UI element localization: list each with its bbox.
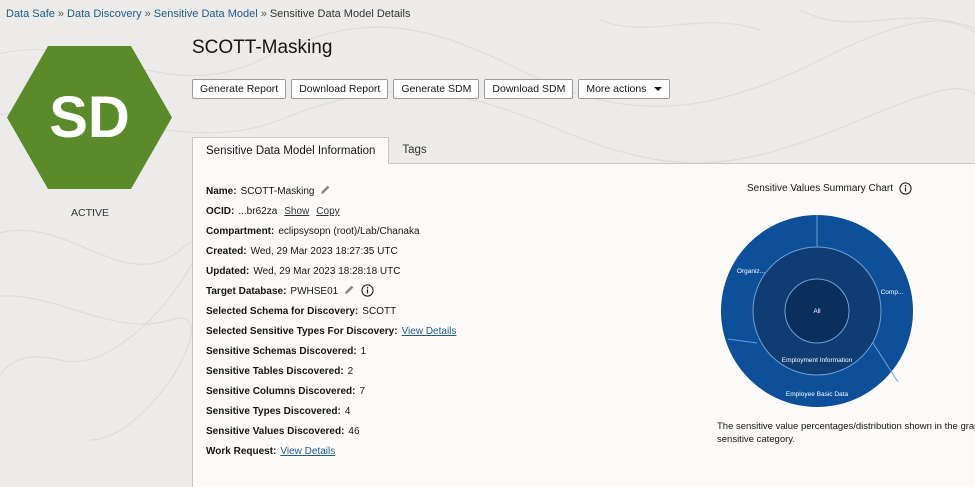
info-row-ocid: OCID: ...br62za Show Copy: [206, 204, 456, 224]
info-icon[interactable]: [361, 284, 374, 297]
inner-ring-label: Employment Information: [782, 357, 853, 364]
info-row-target-database: Target Database: PWHSE01: [206, 284, 456, 304]
badge-initials: SD: [49, 85, 130, 150]
selected-schema-value: SCOTT: [362, 306, 397, 317]
breadcrumb-current: Sensitive Data Model Details: [269, 8, 411, 20]
info-icon[interactable]: [899, 182, 912, 195]
info-row-updated: Updated: Wed, 29 Mar 2023 18:28:18 UTC: [206, 264, 456, 284]
breadcrumb-separator: »: [144, 8, 151, 20]
breadcrumb-link-sensitive-data-model[interactable]: Sensitive Data Model: [154, 8, 258, 20]
work-request-view-details-link[interactable]: View Details: [280, 444, 335, 459]
ocid-value: ...br62za: [238, 206, 278, 217]
outer-label-compensation: Comp...: [881, 289, 904, 296]
more-actions-button[interactable]: More actions: [578, 79, 671, 99]
columns-discovered-label: Sensitive Columns Discovered:: [206, 386, 356, 397]
resource-badge: SD: [7, 46, 172, 189]
pencil-icon[interactable]: [344, 284, 355, 295]
info-row-work-request: Work Request: View Details: [206, 444, 456, 464]
tab-bar: Sensitive Data Model Information Tags: [192, 137, 440, 164]
ocid-label: OCID:: [206, 206, 235, 217]
columns-discovered-value: 7: [359, 386, 366, 397]
info-row-selected-types: Selected Sensitive Types For Discovery: …: [206, 324, 456, 344]
info-row-created: Created: Wed, 29 Mar 2023 18:27:35 UTC: [206, 244, 456, 264]
values-discovered-label: Sensitive Values Discovered:: [206, 426, 345, 437]
created-label: Created:: [206, 246, 247, 257]
compartment-value: eclipsysopn (root)/Lab/Chanaka: [278, 226, 420, 237]
center-label: All: [813, 308, 821, 315]
download-report-button[interactable]: Download Report: [291, 79, 389, 99]
updated-label: Updated:: [206, 266, 250, 277]
breadcrumb-link-data-safe[interactable]: Data Safe: [6, 8, 55, 20]
types-discovered-label: Sensitive Types Discovered:: [206, 406, 341, 417]
sunburst-chart: All Employment Information Organiz... Co…: [721, 215, 913, 407]
tab-tags[interactable]: Tags: [389, 137, 439, 163]
work-request-label: Work Request:: [206, 446, 277, 457]
download-sdm-button[interactable]: Download SDM: [484, 79, 574, 99]
info-row-schemas-discovered: Sensitive Schemas Discovered: 1: [206, 344, 456, 364]
caret-down-icon: [654, 87, 663, 92]
target-database-value: PWHSE01: [290, 286, 339, 297]
tab-sdm-information[interactable]: Sensitive Data Model Information: [192, 137, 390, 164]
info-row-compartment: Compartment: eclipsysopn (root)/Lab/Chan…: [206, 224, 456, 244]
chart-caption-line-2: sensitive category.: [717, 434, 795, 445]
tables-discovered-value: 2: [347, 366, 354, 377]
chart-caption-line-1: The sensitive value percentages/distribu…: [717, 421, 975, 432]
chart-caption: The sensitive value percentages/distribu…: [717, 420, 975, 446]
compartment-label: Compartment:: [206, 226, 275, 237]
selected-types-view-details-link[interactable]: View Details: [402, 324, 457, 339]
breadcrumb-separator: »: [57, 8, 65, 20]
tables-discovered-label: Sensitive Tables Discovered:: [206, 366, 344, 377]
status-label: ACTIVE: [71, 207, 109, 219]
info-row-name: Name: SCOTT-Masking: [206, 184, 456, 204]
name-label: Name:: [206, 186, 237, 197]
generate-sdm-button[interactable]: Generate SDM: [393, 79, 480, 99]
page-title: SCOTT-Masking: [192, 37, 333, 58]
outer-label-organization: Organiz...: [737, 268, 765, 275]
updated-value: Wed, 29 Mar 2023 18:28:18 UTC: [253, 266, 401, 277]
types-discovered-value: 4: [344, 406, 351, 417]
action-toolbar: Generate Report Download Report Generate…: [192, 79, 671, 99]
breadcrumb-link-data-discovery[interactable]: Data Discovery: [67, 8, 142, 20]
chart-title-row: Sensitive Values Summary Chart: [747, 182, 912, 195]
info-row-columns-discovered: Sensitive Columns Discovered: 7: [206, 384, 456, 404]
breadcrumb-separator: »: [260, 8, 267, 20]
ocid-copy-link[interactable]: Copy: [316, 204, 339, 219]
outer-label-employee-basic-data: Employee Basic Data: [786, 391, 849, 398]
selected-types-label: Selected Sensitive Types For Discovery:: [206, 326, 398, 337]
created-value: Wed, 29 Mar 2023 18:27:35 UTC: [250, 246, 398, 257]
selected-schema-label: Selected Schema for Discovery:: [206, 306, 359, 317]
info-row-tables-discovered: Sensitive Tables Discovered: 2: [206, 364, 456, 384]
ocid-show-link[interactable]: Show: [284, 204, 309, 219]
name-value: SCOTT-Masking: [240, 186, 315, 197]
target-database-label: Target Database:: [206, 286, 287, 297]
chart-title: Sensitive Values Summary Chart: [747, 183, 893, 194]
schemas-discovered-label: Sensitive Schemas Discovered:: [206, 346, 357, 357]
generate-report-button[interactable]: Generate Report: [192, 79, 287, 99]
schemas-discovered-value: 1: [360, 346, 367, 357]
breadcrumb: Data Safe» Data Discovery» Sensitive Data …: [6, 8, 410, 20]
information-panel: Name: SCOTT-Masking OCID: ...br62za Show…: [192, 163, 975, 487]
values-discovered-value: 46: [348, 426, 360, 437]
pencil-icon[interactable]: [320, 184, 331, 195]
info-list: Name: SCOTT-Masking OCID: ...br62za Show…: [206, 184, 456, 464]
info-row-selected-schema: Selected Schema for Discovery: SCOTT: [206, 304, 456, 324]
info-row-values-discovered: Sensitive Values Discovered: 46: [206, 424, 456, 444]
more-actions-label: More actions: [586, 83, 647, 95]
info-row-types-discovered: Sensitive Types Discovered: 4: [206, 404, 456, 424]
